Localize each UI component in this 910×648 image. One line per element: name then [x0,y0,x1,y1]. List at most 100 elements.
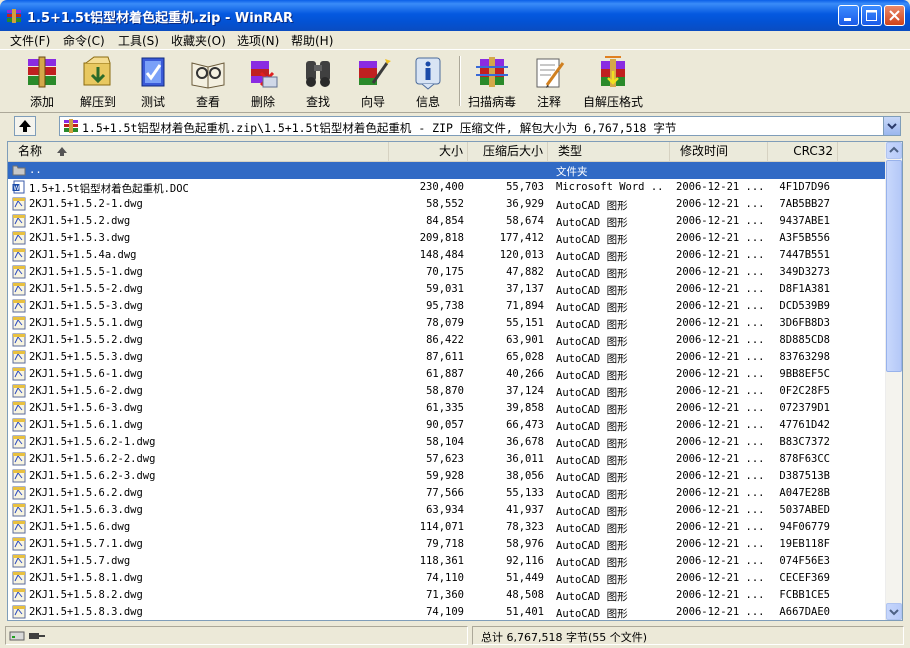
maximize-button[interactable] [861,5,882,26]
menu-bar: 文件(F) 命令(C) 工具(S) 收藏夹(O) 选项(N) 帮助(H) [0,31,910,49]
cell-name: 2KJ1.5+1.5.6.3.dwg [29,504,143,516]
column-header-name[interactable]: 名称 [8,142,389,161]
cell-size: 70,175 [426,266,464,278]
menu-favorites[interactable]: 收藏夹(O) [171,32,226,49]
cell-name: 2KJ1.5+1.5.8.3.dwg [29,606,143,618]
comment-button[interactable]: 注释 [519,53,579,111]
cell-modified: 2006-12-21 ... [676,181,764,193]
autocad-drawing-icon [12,537,26,551]
column-header-type[interactable]: 类型 [548,142,670,161]
comment-icon [536,58,565,88]
cell-modified: 2006-12-21 ... [676,436,764,448]
table-row[interactable]: .. 文件夹 [8,162,888,179]
table-row[interactable]: 2KJ1.5+1.5.8.1.dwg 74,110 51,449 AutoCAD 图形… [8,570,888,587]
cell-crc32: A667DAE0 [779,606,830,618]
table-row[interactable]: 2KJ1.5+1.5.8.2.dwg 71,360 48,508 AutoCAD 图形… [8,587,888,604]
cell-packed: 78,323 [506,521,544,533]
table-row[interactable]: 2KJ1.5+1.5.6-3.dwg 61,335 39,858 AutoCAD 图形… [8,400,888,417]
autocad-drawing-icon [12,520,26,534]
cell-size: 95,738 [426,300,464,312]
table-row[interactable]: 2KJ1.5+1.5.3.dwg 209,818 177,412 AutoCAD 图形… [8,230,888,247]
path-text: 1.5+1.5t铝型材着色起重机.zip\1.5+1.5t铝型材着色起重机 - … [82,121,677,135]
minimize-button[interactable] [838,5,859,26]
window-title: 1.5+1.5t铝型材着色起重机.zip - WinRAR [27,11,294,26]
table-row[interactable]: 2KJ1.5+1.5.5.1.dwg 78,079 55,151 AutoCAD 图形… [8,315,888,332]
column-header-size[interactable]: 大小 [389,142,468,161]
status-left-panel [5,626,468,645]
cell-crc32: 47761D42 [779,419,830,431]
menu-options[interactable]: 选项(N) [237,32,279,49]
cell-type: AutoCAD 图形 [556,217,628,229]
path-combobox[interactable]: 1.5+1.5t铝型材着色起重机.zip\1.5+1.5t铝型材着色起重机 - … [59,116,901,136]
table-row[interactable]: 2KJ1.5+1.5.7.dwg 118,361 92,116 AutoCAD 图形 2… [8,553,888,570]
table-row[interactable]: 2KJ1.5+1.5.5.3.dwg 87,611 65,028 AutoCAD 图形… [8,349,888,366]
view-icon [191,62,225,89]
cell-modified: 2006-12-21 ... [676,300,764,312]
table-row[interactable]: W 1.5+1.5t铝型材着色起重机.DOC 230,400 55,703 Micros… [8,179,888,196]
menu-help[interactable]: 帮助(H) [291,32,333,49]
scroll-thumb[interactable] [886,160,902,372]
close-icon [889,10,900,21]
table-row[interactable]: 2KJ1.5+1.5.6.2-3.dwg 59,928 38,056 AutoCAD … [8,468,888,485]
winrar-window: 1.5+1.5t铝型材着色起重机.zip - WinRAR 文件(F) 命令(C… [0,0,910,648]
autocad-drawing-icon [12,605,26,619]
table-row[interactable]: 2KJ1.5+1.5.6.2-2.dwg 57,623 36,011 AutoCAD … [8,451,888,468]
cell-name: 2KJ1.5+1.5.6.2-1.dwg [29,436,156,448]
cell-type: AutoCAD 图形 [556,404,628,416]
cell-type: AutoCAD 图形 [556,608,628,620]
sfx-button[interactable]: 自解压格式 [583,53,643,111]
virus-scan-icon [476,57,508,87]
table-row[interactable]: 2KJ1.5+1.5.8.3.dwg 74,109 51,401 AutoCAD 图形… [8,604,888,620]
cell-size: 74,110 [426,572,464,584]
table-row[interactable]: 2KJ1.5+1.5.6.1.dwg 90,057 66,473 AutoCAD 图形… [8,417,888,434]
address-bar: 1.5+1.5t铝型材着色起重机.zip\1.5+1.5t铝型材着色起重机 - … [0,112,910,139]
cell-type: AutoCAD 图形 [556,591,628,603]
table-row[interactable]: 2KJ1.5+1.5.5-3.dwg 95,738 71,894 AutoCAD 图形… [8,298,888,315]
info-button[interactable]: 信息 [398,53,458,111]
table-row[interactable]: 2KJ1.5+1.5.6-2.dwg 58,870 37,124 AutoCAD 图形… [8,383,888,400]
cell-crc32: 83763298 [779,351,830,363]
menu-file[interactable]: 文件(F) [10,32,50,49]
menu-commands[interactable]: 命令(C) [63,32,105,49]
file-list[interactable]: 名称 大小 压缩后大小 类型 修改时间 CRC32 .. 文件夹 W 1.5+1.5t… [7,141,903,621]
table-row[interactable]: 2KJ1.5+1.5.2-1.dwg 58,552 36,929 AutoCAD 图形… [8,196,888,213]
up-folder-button[interactable] [14,116,36,136]
sfx-icon [601,56,625,87]
autocad-drawing-icon [12,316,26,330]
toolbar: 添加 解压到 测试 查看 删除 查找 向导 信息 扫描病毒 注释 自解压格式 [0,49,910,112]
table-row[interactable]: 2KJ1.5+1.5.6.3.dwg 63,934 41,937 AutoCAD 图形… [8,502,888,519]
vertical-scrollbar[interactable] [885,142,902,620]
column-header-packed[interactable]: 压缩后大小 [468,142,548,161]
close-button[interactable] [884,5,905,26]
autocad-drawing-icon [12,503,26,517]
table-row[interactable]: 2KJ1.5+1.5.6.dwg 114,071 78,323 AutoCAD 图形 2… [8,519,888,536]
table-row[interactable]: 2KJ1.5+1.5.7.1.dwg 79,718 58,976 AutoCAD 图形… [8,536,888,553]
title-bar[interactable]: 1.5+1.5t铝型材着色起重机.zip - WinRAR [0,0,910,31]
autocad-drawing-icon [12,384,26,398]
table-row[interactable]: 2KJ1.5+1.5.6-1.dwg 61,887 40,266 AutoCAD 图形… [8,366,888,383]
column-name-label: 名称 [18,144,43,158]
cell-name: 2KJ1.5+1.5.2.dwg [29,215,131,227]
cell-type: AutoCAD 图形 [556,438,628,450]
table-row[interactable]: 2KJ1.5+1.5.4a.dwg 148,484 120,013 AutoCAD 图… [8,247,888,264]
cell-crc32: A3F5B556 [779,232,830,244]
menu-tools[interactable]: 工具(S) [118,32,159,49]
cell-name: 2KJ1.5+1.5.5-1.dwg [29,266,143,278]
scroll-up-button[interactable] [886,142,902,159]
scroll-down-button[interactable] [886,603,902,620]
table-row[interactable]: 2KJ1.5+1.5.2.dwg 84,854 58,674 AutoCAD 图形 20… [8,213,888,230]
autocad-drawing-icon [12,333,26,347]
table-row[interactable]: 2KJ1.5+1.5.6.2.dwg 77,566 55,133 AutoCAD 图形… [8,485,888,502]
cell-size: 118,361 [419,555,464,567]
table-row[interactable]: 2KJ1.5+1.5.5-1.dwg 70,175 47,882 AutoCAD 图形… [8,264,888,281]
table-row[interactable]: 2KJ1.5+1.5.5-2.dwg 59,031 37,137 AutoCAD 图形… [8,281,888,298]
cell-modified: 2006-12-21 ... [676,215,764,227]
cell-type: AutoCAD 图形 [556,319,628,331]
table-row[interactable]: 2KJ1.5+1.5.6.2-1.dwg 58,104 36,678 AutoCAD … [8,434,888,451]
column-header-crc32[interactable]: CRC32 [768,142,838,161]
path-dropdown-button[interactable] [883,117,900,135]
table-row[interactable]: 2KJ1.5+1.5.5.2.dwg 86,422 63,901 AutoCAD 图形… [8,332,888,349]
column-header-modified[interactable]: 修改时间 [670,142,768,161]
cell-size: 114,071 [419,521,464,533]
cell-type: AutoCAD 图形 [556,421,628,433]
